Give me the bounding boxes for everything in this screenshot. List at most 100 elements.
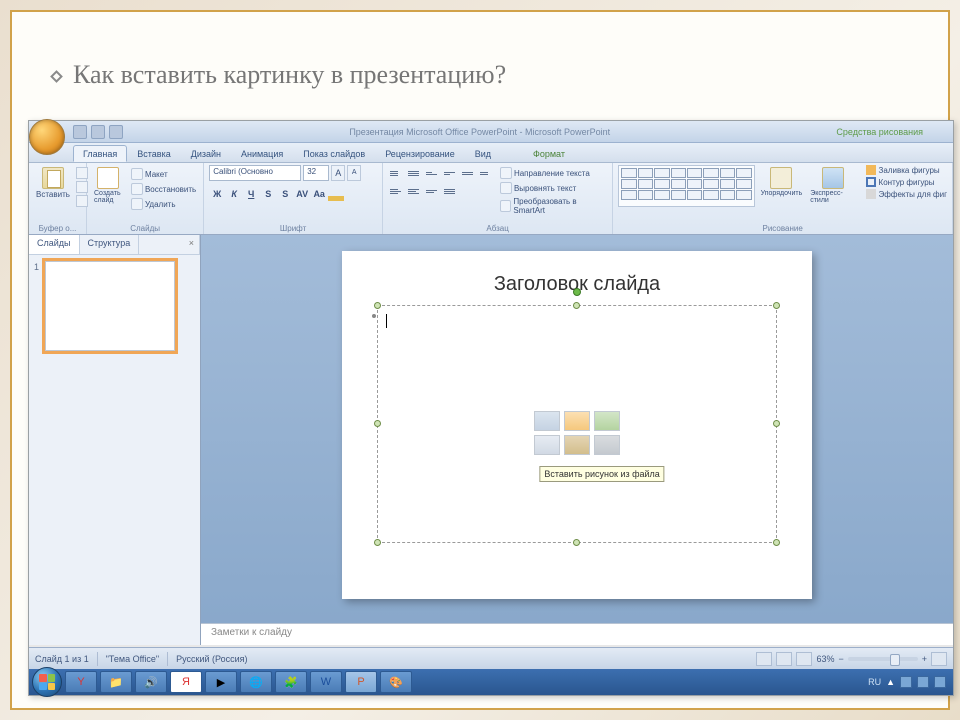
increase-indent-button[interactable] bbox=[442, 165, 458, 181]
shape-fill-button[interactable]: Заливка фигуры bbox=[866, 165, 947, 175]
font-name-selector[interactable]: Calibri (Основно bbox=[209, 165, 301, 181]
group-label-paragraph: Абзац bbox=[383, 224, 612, 233]
notes-pane[interactable]: Заметки к слайду bbox=[201, 623, 953, 645]
taskbar-ie-icon[interactable]: 🌐 bbox=[240, 671, 272, 693]
layout-button[interactable]: Макет bbox=[129, 167, 198, 181]
taskbar-browser-icon[interactable]: Я bbox=[170, 671, 202, 693]
font-color-button[interactable] bbox=[328, 196, 344, 201]
content-placeholder[interactable]: Вставить рисунок из файла bbox=[376, 304, 778, 544]
tab-insert[interactable]: Вставка bbox=[127, 145, 180, 162]
taskbar-paint-icon[interactable]: 🎨 bbox=[380, 671, 412, 693]
shape-outline-button[interactable]: Контур фигуры bbox=[866, 177, 947, 187]
tab-format[interactable]: Формат bbox=[523, 145, 575, 162]
grow-font-button[interactable]: A bbox=[331, 165, 345, 181]
tab-animations[interactable]: Анимация bbox=[231, 145, 293, 162]
tray-icon[interactable] bbox=[900, 676, 912, 688]
insert-media-icon[interactable] bbox=[594, 435, 620, 455]
tray-icon[interactable] bbox=[934, 676, 946, 688]
tab-design[interactable]: Дизайн bbox=[181, 145, 231, 162]
save-icon[interactable] bbox=[73, 125, 87, 139]
redo-icon[interactable] bbox=[109, 125, 123, 139]
reset-button[interactable]: Восстановить bbox=[129, 182, 198, 196]
slide[interactable]: Заголовок слайда bbox=[342, 251, 812, 599]
resize-handle[interactable] bbox=[573, 539, 580, 546]
text-direction-button[interactable]: Направление текста bbox=[498, 166, 607, 180]
taskbar-app-icon[interactable]: 🧩 bbox=[275, 671, 307, 693]
tray-icon[interactable] bbox=[917, 676, 929, 688]
font-size-selector[interactable]: 32 bbox=[303, 165, 329, 181]
tab-home[interactable]: Главная bbox=[73, 145, 127, 162]
insert-table-icon[interactable] bbox=[534, 411, 560, 431]
shrink-font-button[interactable]: A bbox=[347, 165, 361, 181]
insert-clipart-icon[interactable] bbox=[564, 435, 590, 455]
line-spacing-button[interactable] bbox=[460, 165, 476, 181]
language-indicator[interactable]: RU bbox=[868, 677, 881, 687]
sorter-view-button[interactable] bbox=[776, 652, 792, 666]
strike-button[interactable]: S bbox=[260, 186, 276, 202]
shape-effects-button[interactable]: Эффекты для фиг bbox=[866, 189, 947, 199]
start-button[interactable] bbox=[32, 667, 62, 697]
insert-chart-icon[interactable] bbox=[564, 411, 590, 431]
taskbar-explorer-icon[interactable]: 📁 bbox=[100, 671, 132, 693]
taskbar-media-icon[interactable]: ▶ bbox=[205, 671, 237, 693]
underline-button[interactable]: Ч bbox=[243, 186, 259, 202]
numbering-button[interactable] bbox=[406, 165, 422, 181]
convert-smartart-button[interactable]: Преобразовать в SmartArt bbox=[498, 196, 607, 216]
system-tray[interactable]: RU ▲ bbox=[868, 676, 950, 688]
normal-view-button[interactable] bbox=[756, 652, 772, 666]
resize-handle[interactable] bbox=[374, 420, 381, 427]
zoom-slider[interactable] bbox=[848, 657, 918, 661]
columns-button[interactable] bbox=[478, 165, 494, 181]
resize-handle[interactable] bbox=[773, 302, 780, 309]
close-pane-button[interactable]: × bbox=[184, 235, 200, 254]
align-center-button[interactable] bbox=[406, 183, 422, 199]
insert-smartart-icon[interactable] bbox=[594, 411, 620, 431]
fit-window-button[interactable] bbox=[931, 652, 947, 666]
tab-review[interactable]: Рецензирование bbox=[375, 145, 465, 162]
group-label-drawing: Рисование bbox=[613, 224, 952, 233]
arrange-button[interactable]: Упорядочить bbox=[759, 165, 805, 199]
quick-styles-button[interactable]: Экспресс-стили bbox=[808, 165, 858, 206]
align-left-button[interactable] bbox=[388, 183, 404, 199]
bullets-button[interactable] bbox=[388, 165, 404, 181]
taskbar-word-icon[interactable]: W bbox=[310, 671, 342, 693]
zoom-percent[interactable]: 63% bbox=[816, 654, 834, 664]
taskbar-yandex-icon[interactable]: Y bbox=[65, 671, 97, 693]
decrease-indent-button[interactable] bbox=[424, 165, 440, 181]
taskbar-powerpoint-icon[interactable]: P bbox=[345, 671, 377, 693]
align-text-button[interactable]: Выровнять текст bbox=[498, 181, 607, 195]
bold-button[interactable]: Ж bbox=[209, 186, 225, 202]
tab-outline[interactable]: Структура bbox=[80, 235, 140, 254]
shapes-gallery[interactable] bbox=[618, 165, 754, 207]
tab-slideshow[interactable]: Показ слайдов bbox=[293, 145, 375, 162]
quick-access-toolbar[interactable] bbox=[73, 125, 123, 139]
justify-button[interactable] bbox=[442, 183, 458, 199]
smartart-icon bbox=[500, 200, 511, 212]
italic-button[interactable]: К bbox=[226, 186, 242, 202]
char-spacing-button[interactable]: AV bbox=[294, 186, 310, 202]
slide-canvas[interactable]: Заголовок слайда bbox=[201, 235, 953, 623]
resize-handle[interactable] bbox=[773, 420, 780, 427]
resize-handle[interactable] bbox=[773, 539, 780, 546]
zoom-in-button[interactable]: + bbox=[922, 654, 927, 664]
insert-picture-icon[interactable] bbox=[534, 435, 560, 455]
office-button[interactable] bbox=[29, 119, 65, 155]
rotate-handle[interactable] bbox=[573, 288, 581, 296]
zoom-out-button[interactable]: − bbox=[838, 654, 843, 664]
resize-handle[interactable] bbox=[374, 539, 381, 546]
resize-handle[interactable] bbox=[573, 302, 580, 309]
undo-icon[interactable] bbox=[91, 125, 105, 139]
taskbar-sound-icon[interactable]: 🔊 bbox=[135, 671, 167, 693]
tab-slides-thumbnails[interactable]: Слайды bbox=[29, 235, 80, 254]
resize-handle[interactable] bbox=[374, 302, 381, 309]
status-language[interactable]: Русский (Россия) bbox=[176, 654, 247, 664]
delete-button[interactable]: Удалить bbox=[129, 197, 198, 211]
paste-button[interactable]: Вставить bbox=[34, 165, 72, 201]
change-case-button[interactable]: Aa bbox=[311, 186, 327, 202]
slide-thumbnail-1[interactable]: 1 bbox=[45, 261, 175, 351]
shadow-button[interactable]: S bbox=[277, 186, 293, 202]
new-slide-button[interactable]: Создать слайд bbox=[92, 165, 125, 206]
tab-view[interactable]: Вид bbox=[465, 145, 501, 162]
align-right-button[interactable] bbox=[424, 183, 440, 199]
slideshow-view-button[interactable] bbox=[796, 652, 812, 666]
